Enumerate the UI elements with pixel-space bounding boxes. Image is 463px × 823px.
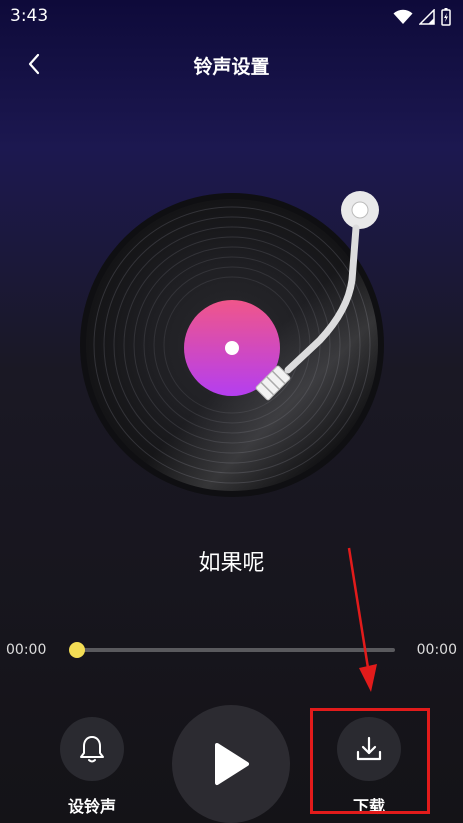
header: 铃声设置 xyxy=(0,40,463,88)
annotation-highlight-box xyxy=(310,708,430,814)
progress-slider[interactable] xyxy=(69,642,395,658)
record-spindle xyxy=(225,341,239,355)
play-icon xyxy=(215,743,249,785)
status-time: 3:43 xyxy=(10,6,49,26)
set-ringtone-button[interactable]: 设铃声 xyxy=(60,717,124,817)
current-time: 00:00 xyxy=(6,642,47,658)
set-ringtone-label: 设铃声 xyxy=(67,797,116,816)
bell-icon xyxy=(80,736,104,763)
record-illustration xyxy=(80,191,384,497)
signal-icon xyxy=(419,9,435,25)
status-bar: 3:43 xyxy=(0,0,463,32)
progress-thumb[interactable] xyxy=(69,642,85,658)
total-time: 00:00 xyxy=(416,642,457,658)
play-button[interactable] xyxy=(172,705,290,823)
wifi-icon xyxy=(393,9,413,24)
set-ringtone-circle[interactable] xyxy=(60,717,124,781)
turntable xyxy=(80,190,390,500)
status-icons xyxy=(393,8,451,26)
song-title: 如果呢 xyxy=(198,551,265,576)
page-title: 铃声设置 xyxy=(193,56,270,78)
battery-icon xyxy=(441,8,451,26)
